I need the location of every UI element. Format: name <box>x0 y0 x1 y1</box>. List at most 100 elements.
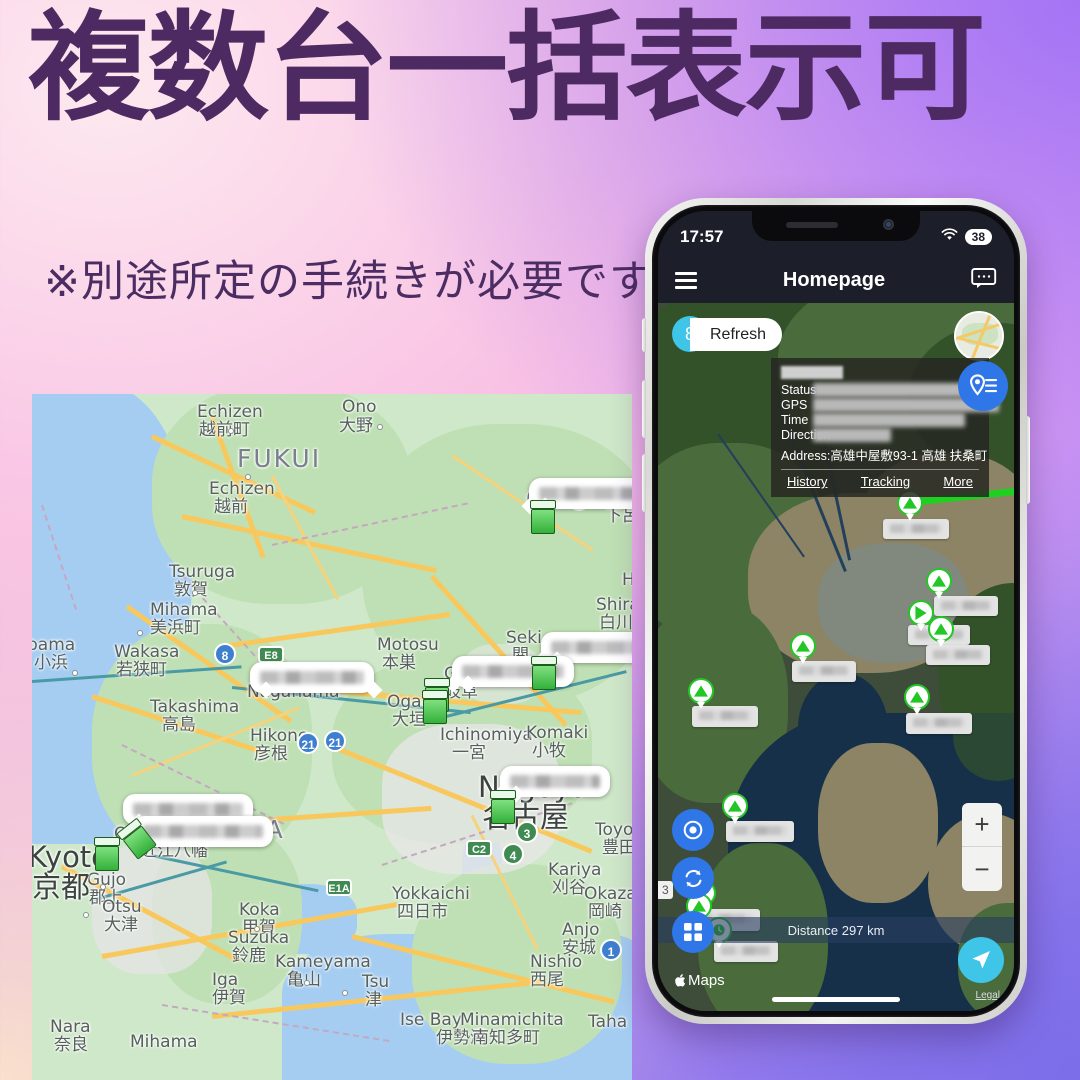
satellite-map[interactable]: 8 Refresh <box>658 303 1014 1011</box>
grid-apps-icon[interactable] <box>672 911 714 953</box>
vehicle-pin-marker[interactable] <box>722 793 748 819</box>
phone-notch <box>752 211 920 241</box>
map-label-jp: 奈良 <box>54 1035 88 1055</box>
vehicle-plate-label[interactable] <box>883 519 949 539</box>
phone-volume-down-button[interactable] <box>642 454 646 512</box>
map-label-jp: 白川町 <box>599 613 632 633</box>
vehicle-pin-marker[interactable] <box>926 568 952 594</box>
vehicle-pin-marker[interactable] <box>904 684 930 710</box>
route-shield: 4 <box>502 843 524 865</box>
info-value-masked <box>813 427 891 442</box>
map-label-jp: 刈谷 <box>552 878 586 898</box>
vehicle-info-card[interactable]: Status GPS Time Direction Address:高雄中屋敷9… <box>771 358 999 497</box>
vehicle-plate-label[interactable] <box>792 661 856 682</box>
map-label-jp: 越前 <box>214 497 248 517</box>
locate-target-icon[interactable] <box>672 809 714 851</box>
home-indicator[interactable] <box>772 997 900 1002</box>
vehicle-marker[interactable] <box>490 790 516 824</box>
refresh-control[interactable]: 8 Refresh <box>672 316 783 352</box>
page-title: 複数台一括表示可 <box>28 0 986 137</box>
map-label: Ono <box>342 397 377 417</box>
route-shield: 21 <box>297 732 319 754</box>
vehicle-plate-label[interactable] <box>726 821 794 842</box>
vehicle-label-text <box>260 671 364 684</box>
vehicle-pin-marker[interactable] <box>928 616 954 642</box>
vehicle-marker[interactable] <box>94 837 120 871</box>
route-shield: E8 <box>258 646 284 663</box>
info-value-masked <box>813 412 965 427</box>
vehicle-pin-marker[interactable] <box>688 678 714 704</box>
map-label-jp: 伊賀 <box>212 988 246 1008</box>
map-label-prefecture: FUKUI <box>237 444 322 473</box>
vehicle-plate-label[interactable] <box>934 596 998 616</box>
front-camera-icon <box>883 219 894 230</box>
tracking-link[interactable]: Tracking <box>861 474 910 489</box>
status-time: 17:57 <box>680 227 724 246</box>
map-label-jp: 津 <box>365 990 382 1010</box>
info-row-time: Time <box>781 412 979 427</box>
vehicle-label-text <box>133 803 243 816</box>
info-label: GPS <box>781 397 808 412</box>
map-label: Taha <box>588 1012 628 1032</box>
route-shield: 1 <box>600 939 622 961</box>
route-shield: 21 <box>324 730 346 752</box>
map-label-jp: 南知多町 <box>472 1028 540 1048</box>
map-label-jp: 美浜町 <box>150 618 201 638</box>
map-label-jp: 鈴鹿 <box>232 946 266 966</box>
battery-indicator: 38 <box>964 229 992 245</box>
map-label-jp: 小浜 <box>34 653 68 673</box>
history-link[interactable]: History <box>787 474 827 489</box>
route-shield: 3 <box>516 821 538 843</box>
map-label-jp: 敦賀 <box>174 580 208 600</box>
info-label: Status <box>781 382 817 397</box>
vehicle-marker[interactable] <box>422 690 448 724</box>
vehicle-plate-label[interactable] <box>926 645 990 665</box>
vehicle-plate-label[interactable] <box>692 706 758 727</box>
zoom-control[interactable]: + − <box>962 803 1002 891</box>
map-label-jp: 越前町 <box>199 420 250 440</box>
info-row-direction: Direction <box>781 427 979 442</box>
route-shield: 8 <box>214 643 236 665</box>
vehicle-label-text <box>551 641 632 654</box>
more-link[interactable]: More <box>943 474 973 489</box>
navigation-arrow-icon[interactable] <box>958 937 1004 983</box>
info-label: Time <box>781 412 809 427</box>
map-label: Higas <box>622 570 632 590</box>
vehicle-label[interactable] <box>250 662 383 699</box>
maps-attribution: Maps <box>674 972 725 989</box>
phone-power-button[interactable] <box>1026 416 1030 504</box>
apple-logo-icon <box>675 974 686 987</box>
navbar-title: Homepage <box>782 268 886 291</box>
phone-mute-switch[interactable] <box>642 318 646 352</box>
maps-attribution-text: Maps <box>688 972 725 989</box>
vehicle-pin-marker[interactable] <box>790 633 816 659</box>
phone-mockup: 17:57 38 Homepage Refresh Status GPS Tim… <box>642 198 1030 1024</box>
map-label-jp: 大津 <box>104 915 138 935</box>
zoom-in-button[interactable]: + <box>962 803 1002 847</box>
refresh-button-label[interactable]: Refresh <box>690 317 783 351</box>
vehicle-label[interactable] <box>492 766 610 803</box>
vehicle-label-text <box>143 825 263 838</box>
info-row-status: Status <box>781 382 995 397</box>
vehicle-marker[interactable] <box>530 500 556 534</box>
map-label: Mihama <box>130 1032 198 1052</box>
refresh-arrows-icon[interactable] <box>672 857 714 899</box>
info-address: Address:高雄中屋敷93-1 高雄 扶桑町 <box>781 449 988 463</box>
map-label-jp: 大垣 <box>392 710 426 730</box>
zoom-out-button[interactable]: − <box>962 847 1002 891</box>
info-card-title <box>781 366 843 379</box>
vehicle-plate-label[interactable] <box>906 713 972 734</box>
phone-volume-up-button[interactable] <box>642 380 646 438</box>
chat-bubble-icon[interactable] <box>971 267 997 294</box>
app-navbar: Homepage <box>658 257 1014 303</box>
route-shield: C2 <box>466 840 492 857</box>
desktop-map[interactable]: Echizen 越前町 Ono 大野 FUKUI Echizen 越前 Tsur… <box>32 394 632 1080</box>
map-label-jp: 小牧 <box>532 741 566 761</box>
vehicle-marker[interactable] <box>531 656 557 690</box>
map-layer-thumbnail-icon[interactable] <box>954 311 1004 361</box>
vehicle-plate-label[interactable] <box>714 941 778 962</box>
legal-link[interactable]: Legal <box>976 990 1000 1001</box>
pin-list-icon[interactable] <box>958 361 1008 411</box>
hamburger-menu-icon[interactable] <box>675 271 697 289</box>
vehicle-label-text <box>510 775 600 788</box>
